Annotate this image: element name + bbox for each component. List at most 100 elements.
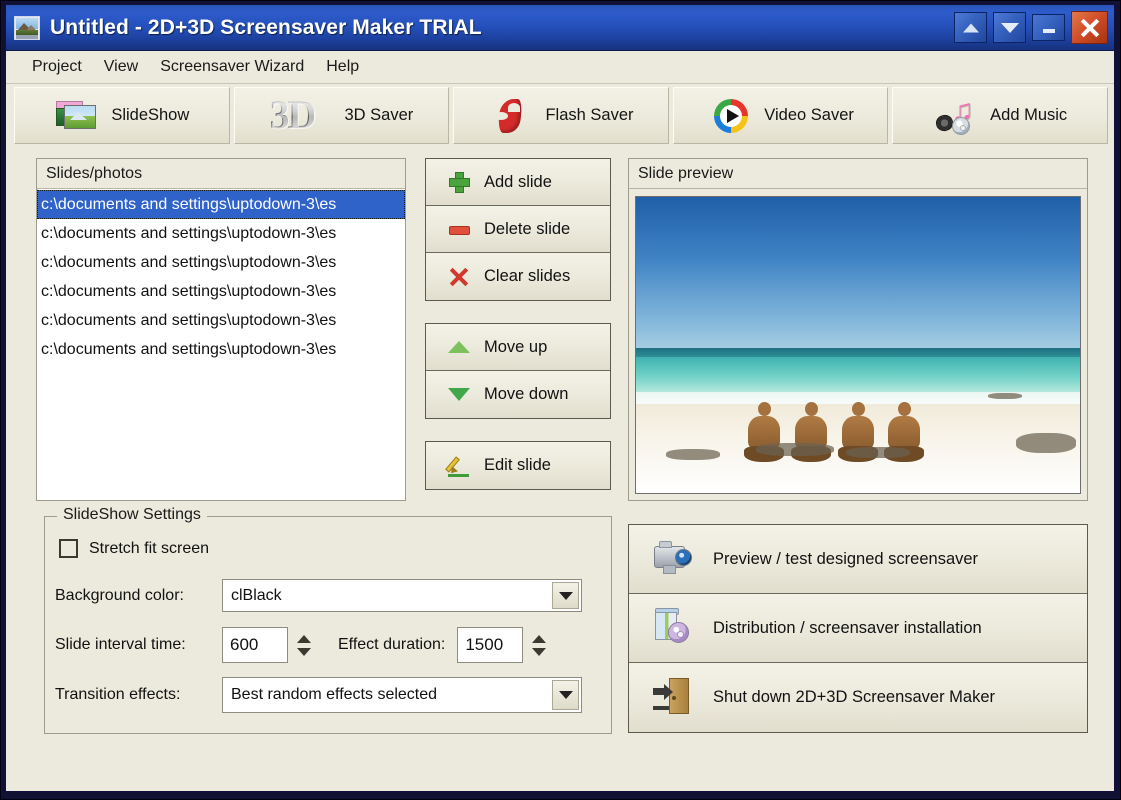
- menu-view[interactable]: View: [94, 55, 148, 79]
- triangle-down-green-icon: [448, 384, 470, 406]
- menu-help[interactable]: Help: [316, 55, 369, 79]
- list-item[interactable]: c:\documents and settings\uptodown-3\es: [37, 190, 405, 219]
- slide-move-group: Move up Move down: [425, 323, 611, 419]
- toolbar: SlideShow 3D 3D Saver Flash Saver Video …: [6, 84, 1114, 146]
- dropdown-button[interactable]: [993, 12, 1026, 43]
- 3d-glyph: 3D: [269, 91, 317, 137]
- move-down-label: Move down: [484, 385, 569, 403]
- triangle-up-icon: [962, 23, 979, 32]
- slides-listbox[interactable]: c:\documents and settings\uptodown-3\es …: [37, 190, 405, 500]
- toolbar-add-music-button[interactable]: ♫ Add Music: [892, 87, 1108, 144]
- toolbar-flash-saver-label: Flash Saver: [545, 106, 634, 124]
- slideshow-settings-legend: SlideShow Settings: [57, 506, 207, 524]
- toolbar-video-saver-button[interactable]: Video Saver: [672, 87, 889, 144]
- stretch-fit-checkbox[interactable]: [59, 539, 78, 558]
- stepper-up-icon[interactable]: [532, 634, 547, 643]
- plus-green-icon: [448, 171, 470, 193]
- cd-install-icon: [651, 606, 697, 650]
- triangle-up-green-icon: [448, 336, 470, 358]
- menu-screensaver-wizard[interactable]: Screensaver Wizard: [150, 55, 314, 79]
- distribution-installation-button[interactable]: Distribution / screensaver installation: [629, 594, 1087, 663]
- toolbar-flash-saver-button[interactable]: Flash Saver: [453, 87, 669, 144]
- stretch-fit-label: Stretch fit screen: [89, 539, 210, 557]
- list-item[interactable]: c:\documents and settings\uptodown-3\es: [37, 306, 405, 335]
- slide-preview-image: [635, 196, 1081, 494]
- menu-bar: Project View Screensaver Wizard Help: [6, 51, 1114, 84]
- action-buttons-panel: Preview / test designed screensaver Dist…: [628, 524, 1088, 733]
- app-icon: [14, 15, 40, 40]
- toolbar-add-music-label: Add Music: [990, 106, 1068, 124]
- shut-down-button[interactable]: Shut down 2D+3D Screensaver Maker: [629, 663, 1087, 732]
- exit-door-icon: [651, 676, 697, 720]
- add-slide-button[interactable]: Add slide: [426, 159, 610, 206]
- preview-test-screensaver-button[interactable]: Preview / test designed screensaver: [629, 525, 1087, 594]
- delete-slide-button[interactable]: Delete slide: [426, 206, 610, 253]
- stepper-down-icon[interactable]: [532, 647, 547, 656]
- close-button[interactable]: [1071, 11, 1108, 44]
- close-x-icon: [1072, 12, 1107, 43]
- delete-slide-label: Delete slide: [484, 219, 571, 238]
- client-area: Project View Screensaver Wizard Help Sli…: [6, 50, 1114, 791]
- pencil-icon: [445, 455, 470, 477]
- transition-effects-value: Best random effects selected: [231, 686, 438, 703]
- window-title: Untitled - 2D+3D Screensaver Maker TRIAL: [50, 15, 482, 39]
- clear-slides-button[interactable]: Clear slides: [426, 253, 610, 300]
- title-bar-buttons: [954, 11, 1108, 44]
- slide-interval-stepper[interactable]: [294, 627, 314, 663]
- shut-down-label: Shut down 2D+3D Screensaver Maker: [713, 688, 996, 706]
- list-item[interactable]: c:\documents and settings\uptodown-3\es: [37, 248, 405, 277]
- stretch-fit-row: Stretch fit screen: [59, 539, 209, 558]
- list-item[interactable]: c:\documents and settings\uptodown-3\es: [37, 335, 405, 364]
- flash-f-icon: [488, 96, 534, 136]
- music-note-speaker-cd-icon: ♫: [933, 95, 979, 136]
- window-frame: Untitled - 2D+3D Screensaver Maker TRIAL…: [5, 4, 1115, 792]
- list-item[interactable]: c:\documents and settings\uptodown-3\es: [37, 219, 405, 248]
- clear-slides-label: Clear slides: [484, 267, 571, 285]
- list-item[interactable]: c:\documents and settings\uptodown-3\es: [37, 277, 405, 306]
- slides-header-label: Slides/photos: [37, 159, 405, 189]
- edit-slide-button[interactable]: Edit slide: [426, 442, 610, 489]
- effect-duration-label: Effect duration:: [338, 636, 446, 653]
- slide-edit-single-group: Edit slide: [425, 441, 611, 490]
- slideshow-photos-icon: [54, 96, 100, 136]
- add-slide-label: Add slide: [484, 172, 552, 191]
- slide-interval-label: Slide interval time:: [55, 636, 186, 653]
- stepper-up-icon[interactable]: [297, 634, 311, 643]
- x-red-icon: [448, 266, 470, 288]
- title-bar: Untitled - 2D+3D Screensaver Maker TRIAL: [6, 5, 1114, 50]
- slide-edit-group: Add slide Delete slide Clear slides: [425, 158, 611, 301]
- chevron-down-icon[interactable]: [552, 680, 579, 710]
- stepper-down-icon[interactable]: [297, 647, 311, 656]
- background-color-select[interactable]: clBlack: [222, 579, 582, 612]
- move-up-button[interactable]: Move up: [426, 324, 610, 371]
- move-down-button[interactable]: Move down: [426, 371, 610, 418]
- transition-effects-select[interactable]: Best random effects selected: [222, 677, 582, 713]
- toolbar-video-saver-label: Video Saver: [764, 106, 854, 124]
- effect-duration-input[interactable]: 1500: [457, 627, 524, 663]
- background-color-label: Background color:: [55, 586, 184, 604]
- slide-actions-column: Add slide Delete slide Clear slides Move: [425, 158, 611, 512]
- chevron-down-icon[interactable]: [552, 582, 579, 609]
- minus-red-icon: [448, 218, 470, 240]
- video-camera-icon: [651, 537, 697, 581]
- background-color-value: clBlack: [231, 586, 282, 604]
- menu-project[interactable]: Project: [22, 55, 92, 79]
- distribution-installation-label: Distribution / screensaver installation: [713, 618, 982, 637]
- application-window: Untitled - 2D+3D Screensaver Maker TRIAL…: [0, 0, 1121, 800]
- minimize-button[interactable]: [1032, 14, 1065, 41]
- minimize-icon: [1042, 29, 1055, 33]
- slides-panel: Slides/photos c:\documents and settings\…: [36, 158, 406, 501]
- timing-row: Slide interval time: 600 Effect duration…: [55, 627, 549, 663]
- triangle-down-icon: [1000, 22, 1019, 33]
- toolbar-3d-saver-label: 3D Saver: [344, 106, 414, 124]
- slide-interval-input[interactable]: 600: [222, 627, 288, 663]
- transition-effects-row: Transition effects: Best random effects …: [55, 677, 582, 713]
- 3d-text-icon: 3D: [269, 91, 334, 137]
- move-up-label: Move up: [484, 337, 548, 356]
- effect-duration-stepper[interactable]: [529, 627, 549, 663]
- main-body: Slides/photos c:\documents and settings\…: [6, 146, 1114, 791]
- toolbar-slideshow-button[interactable]: SlideShow: [14, 87, 230, 144]
- toolbar-3d-saver-button[interactable]: 3D 3D Saver: [233, 87, 450, 144]
- rollup-button[interactable]: [954, 12, 987, 43]
- background-color-row: Background color: clBlack: [55, 579, 582, 612]
